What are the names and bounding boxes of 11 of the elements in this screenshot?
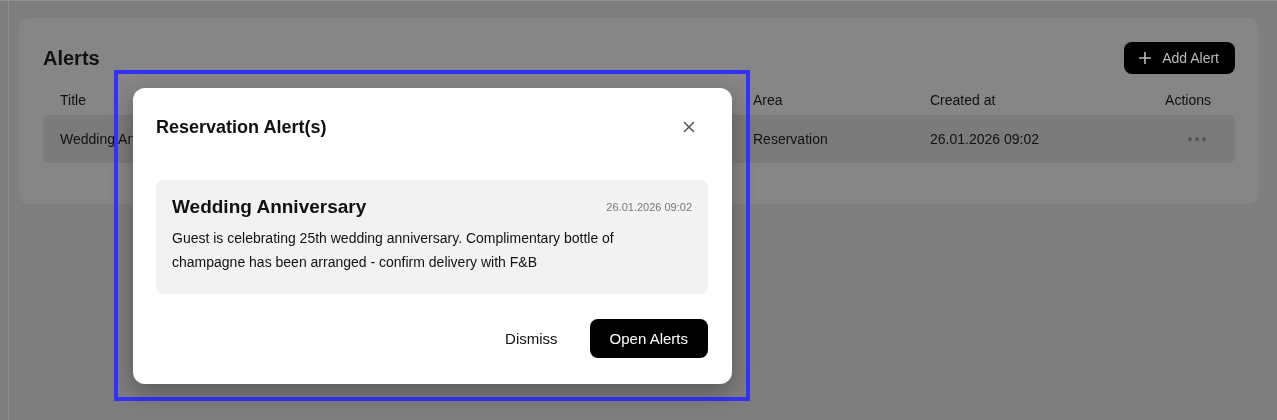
column-header: Actions xyxy=(1165,92,1211,108)
table-cell-text: 26.01.2026 09:02 xyxy=(930,131,1040,147)
column-header: Title xyxy=(60,92,87,108)
alert-message: Guest is celebrating 25th wedding anniversary. Complimentary bottle of champagne has been arranged - confirm delivery with F&B xyxy=(172,229,615,272)
alert-title: Wedding Anniversary xyxy=(172,196,367,218)
table-cell-text: Reservation xyxy=(753,131,829,147)
column-header: Area xyxy=(753,92,784,108)
alert-time: 26.01.2026 09:02 xyxy=(606,201,692,213)
dialog-title: Reservation Alert(s) xyxy=(156,116,327,138)
section-title: Alerts xyxy=(43,46,100,70)
column-header: Created at xyxy=(930,92,997,108)
